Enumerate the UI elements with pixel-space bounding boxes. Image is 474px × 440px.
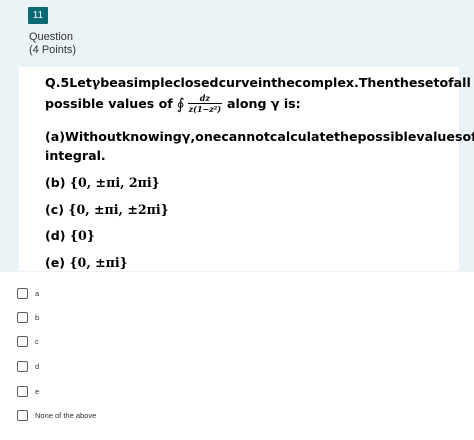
stem-word: closed <box>173 75 219 90</box>
stem-word: Let <box>69 75 92 90</box>
stem-word: Q.5 <box>45 75 70 90</box>
question-stem-line-2: possible values of ∮ dz z(1−z²) along γ … <box>45 94 301 113</box>
stem-word: the <box>393 75 418 90</box>
contour-integral-symbol: ∮ <box>176 94 185 113</box>
option-a-line-2: integral. <box>45 148 106 163</box>
option-d-label: (d) <box>45 228 66 243</box>
integrand-fraction: dz z(1−z²) <box>187 93 223 114</box>
option-c-text: (c) {0, ±πi, ±2πi} <box>45 202 169 217</box>
checkbox-a[interactable] <box>17 287 28 299</box>
question-number-badge: 11 <box>28 7 48 24</box>
option-b-label: (b) <box>45 175 66 190</box>
question-card: 11 Question (4 Points) Q.5 Let γ be a si… <box>0 0 474 272</box>
choice-none-of-the-above[interactable]: None of the above <box>17 408 96 422</box>
choice-c-label[interactable]: c <box>35 337 39 346</box>
stem-word: the <box>271 75 295 90</box>
choice-b-label[interactable]: b <box>35 313 39 322</box>
choice-a[interactable]: a <box>17 286 39 300</box>
question-points: (4 Points) <box>29 44 77 56</box>
choice-e[interactable]: e <box>17 384 39 398</box>
question-image: Q.5 Let γ be a simple closed curve in th… <box>19 67 474 271</box>
choice-e-label[interactable]: e <box>35 387 39 396</box>
option-a-word: γ, <box>181 129 196 144</box>
option-a-word: cannot <box>221 129 270 144</box>
choice-b[interactable]: b <box>17 310 39 324</box>
option-a-line-1: (a) Without knowing γ, one cannot calcul… <box>45 129 474 144</box>
option-a-word: one <box>195 129 222 144</box>
option-e-set: {0, ±πi} <box>69 255 128 270</box>
option-b-text: (b) {0, ±πi, 2πi} <box>45 175 160 190</box>
stem-word: be <box>100 75 118 90</box>
option-c-set: {0, ±πi, ±2πi} <box>68 202 169 217</box>
option-d-set: {0} <box>69 228 95 243</box>
option-e-text: (e) {0, ±πi} <box>45 255 128 270</box>
choice-c[interactable]: c <box>17 334 39 348</box>
stem-word: Then <box>358 75 394 90</box>
stem-word: simple <box>126 75 174 90</box>
stem-word: of <box>439 75 454 90</box>
choice-none-label[interactable]: None of the above <box>35 411 96 420</box>
choice-d-label[interactable]: d <box>35 362 39 371</box>
checkbox-c[interactable] <box>17 335 28 347</box>
stem-word: γ <box>91 75 101 90</box>
option-a-word: (a) <box>45 129 66 144</box>
integrand-denominator: z(1−z²) <box>187 103 223 114</box>
option-c-label: (c) <box>45 202 64 217</box>
integrand-numerator: dz <box>199 93 210 103</box>
choice-d[interactable]: d <box>17 359 39 373</box>
option-d-text: (d) {0} <box>45 228 95 243</box>
stem-word: set <box>417 75 440 90</box>
question-stem-line-1: Q.5 Let γ be a simple closed curve in th… <box>45 75 471 90</box>
stem-word: all <box>453 75 471 90</box>
option-a-word: knowing <box>121 129 182 144</box>
stem-prefix: possible values of <box>45 96 173 111</box>
stem-suffix: along γ is: <box>227 96 301 111</box>
option-a-word: of <box>462 129 474 144</box>
option-a-word: values <box>416 129 463 144</box>
checkbox-b[interactable] <box>17 311 28 323</box>
checkbox-e[interactable] <box>17 385 28 397</box>
option-b-set: {0, ±πi, 2πi} <box>69 175 160 190</box>
choice-a-label[interactable]: a <box>35 289 39 298</box>
stem-word: curve <box>218 75 258 90</box>
option-a-word: the <box>334 129 358 144</box>
checkbox-none-of-the-above[interactable] <box>17 409 28 421</box>
option-a-word: calculate <box>269 129 335 144</box>
checkbox-d[interactable] <box>17 360 28 372</box>
stem-word: in <box>257 75 272 90</box>
stem-word: complex. <box>294 75 359 90</box>
question-label: Question <box>29 31 74 43</box>
stem-word: a <box>117 75 127 90</box>
option-a-word: possible <box>357 129 417 144</box>
option-a-word: Without <box>65 129 122 144</box>
option-e-label: (e) <box>45 255 66 270</box>
